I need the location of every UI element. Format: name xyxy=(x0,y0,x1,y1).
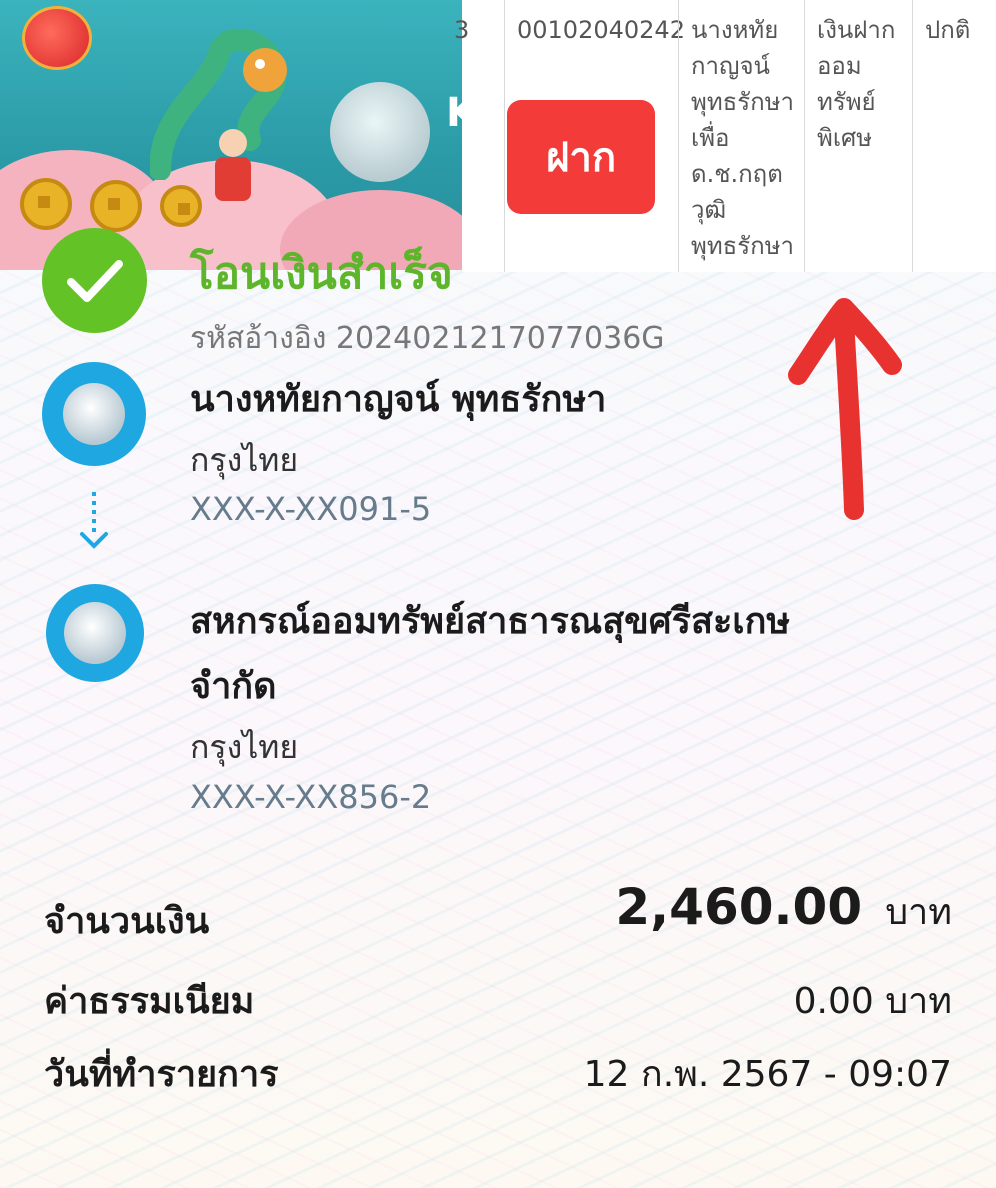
sender-bank: กรุงไทย xyxy=(190,441,299,479)
amount-value: 2,460.00 xyxy=(615,878,863,936)
amount-value-row: 2,460.00 บาท xyxy=(615,878,952,940)
lantern-icon xyxy=(22,6,92,70)
ktb-logo-icon xyxy=(63,383,125,445)
recipient-name-line1: สหกรณ์ออมทรัพย์สาธารณสุขศรีสะเกษ xyxy=(190,601,791,642)
promo-banner: K xyxy=(0,0,470,270)
reference-number: รหัสอ้างอิง 2024021217077036G xyxy=(190,321,665,356)
deposit-button[interactable]: ฝาก xyxy=(507,100,655,214)
coin-icon xyxy=(20,178,72,230)
fee-value: 0.00 บาท xyxy=(793,981,952,1022)
table-cell-type: เงินฝาก ออม ทรัพย์ พิเศษ xyxy=(804,0,912,272)
fee-label: ค่าธรรมเนียม xyxy=(44,981,255,1022)
coin-icon xyxy=(90,180,142,232)
recipient-bank-avatar xyxy=(46,584,144,682)
amount-label: จำนวนเงิน xyxy=(44,901,210,942)
sender-bank-avatar xyxy=(42,362,146,466)
sender-name: นางหทัยกาญจน์ พุทธรักษา xyxy=(190,379,607,420)
success-check-icon xyxy=(42,228,147,333)
amount-unit: บาท xyxy=(885,892,952,933)
status-title: โอนเงินสำเร็จ xyxy=(190,248,453,299)
ktb-logo-icon xyxy=(330,82,430,182)
date-label: วันที่ทำรายการ xyxy=(44,1054,279,1095)
table-cell-status: ปกติ xyxy=(912,0,996,272)
ktb-logo-icon xyxy=(64,602,126,664)
table-cell: 3 xyxy=(454,16,470,44)
arrow-down-icon xyxy=(80,532,108,549)
table-cell-owner: นางหทัย กาญจน์ พุทธรักษา เพื่อ ด.ช.กฤต ว… xyxy=(678,0,804,272)
sender-account: XXX-X-XX091-5 xyxy=(190,490,432,528)
recipient-bank: กรุงไทย xyxy=(190,728,299,766)
date-value: 12 ก.พ. 2567 - 09:07 xyxy=(583,1054,952,1095)
transfer-dotted-line xyxy=(92,492,96,532)
recipient-name-line2: จำกัด xyxy=(190,666,277,707)
recipient-account: XXX-X-XX856-2 xyxy=(190,778,432,816)
child-figure-icon xyxy=(215,129,251,201)
coin-icon xyxy=(160,185,202,227)
annotation-arrow-icon xyxy=(788,298,902,520)
